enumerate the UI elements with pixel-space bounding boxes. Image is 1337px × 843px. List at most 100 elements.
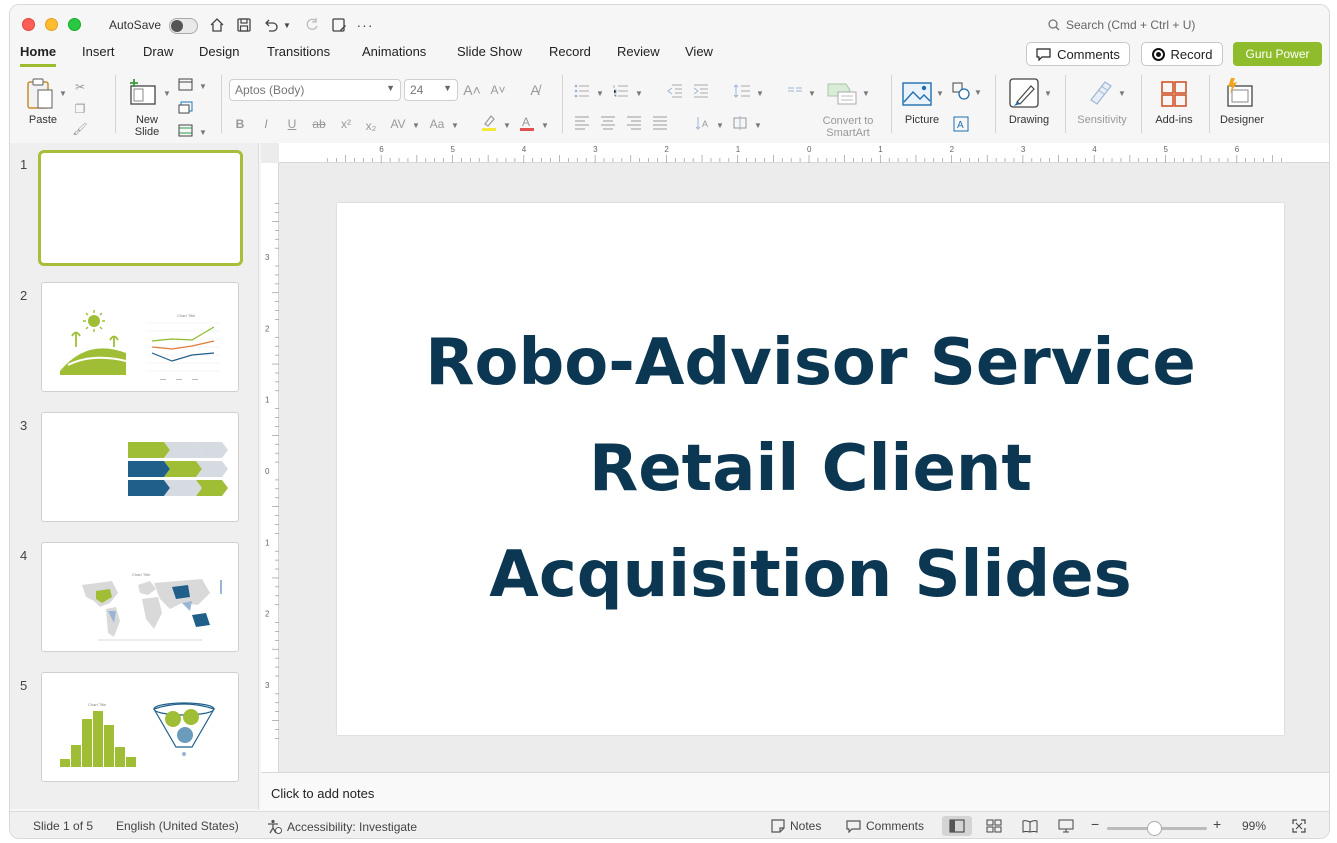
cut-icon[interactable]: ✂ [72,79,88,95]
font-color-icon[interactable]: A [518,113,536,133]
layout-dropdown-chevron-icon[interactable]: ▼ [199,82,207,91]
change-case-chevron-icon[interactable]: ▼ [451,121,459,130]
tab-home[interactable]: Home [20,43,57,67]
comments-toggle-button[interactable]: Comments [846,819,924,833]
align-text-icon[interactable] [731,115,749,131]
paste-dropdown-chevron-icon[interactable]: ▼ [59,89,67,98]
shapes-chevron-icon[interactable]: ▼ [974,88,982,97]
columns-icon[interactable] [786,83,804,99]
clear-formatting-icon[interactable]: A̸ [526,81,544,99]
convert-smartart-icon[interactable] [825,79,859,107]
record-button[interactable]: Record [1141,42,1223,66]
columns-chevron-icon[interactable]: ▼ [808,89,816,98]
slide-thumbnail-4[interactable]: Chart Title [41,542,239,652]
slide-title[interactable]: Robo-Advisor Service Retail Client Acqui… [425,310,1196,628]
current-slide[interactable]: Robo-Advisor Service Retail Client Acqui… [337,203,1284,735]
text-direction-chevron-icon[interactable]: ▼ [716,121,724,130]
format-painter-icon[interactable]: 🖌 [72,121,88,137]
text-box-icon[interactable]: A [951,115,971,133]
zoom-slider-handle[interactable] [1147,821,1162,836]
search-box[interactable]: Search (Cmd + Ctrl + U) [1048,18,1195,32]
reset-slide-icon[interactable] [177,100,193,114]
shapes-icon[interactable] [951,81,971,101]
home-icon[interactable] [207,15,227,35]
slide-thumbnail-3[interactable] [41,412,239,522]
font-size-select[interactable]: 24 ▼ [404,79,458,101]
new-slide-icon[interactable] [127,77,159,107]
vertical-ruler[interactable]: 3 2 1 0 1 2 3 [261,163,279,773]
copy-icon[interactable]: ❐ [72,101,88,117]
normal-view-button[interactable] [942,816,972,836]
tab-review[interactable]: Review [617,43,660,67]
zoom-in-icon[interactable]: + [1213,816,1221,832]
tab-draw[interactable]: Draw [143,43,173,67]
tab-transitions[interactable]: Transitions [267,43,330,67]
notes-pane[interactable]: Click to add notes [261,772,1329,810]
add-ins-icon[interactable] [1159,79,1189,109]
text-direction-icon[interactable]: A [694,115,712,131]
align-center-icon[interactable] [599,115,617,131]
zoom-level[interactable]: 99% [1242,819,1266,833]
minimize-window-button[interactable] [45,18,58,31]
align-text-chevron-icon[interactable]: ▼ [754,121,762,130]
save-icon[interactable] [234,15,254,35]
save-as-icon[interactable] [329,15,349,35]
more-options-icon[interactable]: ··· [355,15,375,35]
justify-icon[interactable] [651,115,669,131]
align-right-icon[interactable] [625,115,643,131]
font-name-select[interactable]: Aptos (Body) ▼ [229,79,401,101]
decrease-indent-icon[interactable] [666,83,684,99]
picture-icon[interactable] [901,81,933,107]
redo-icon[interactable] [302,15,322,35]
section-icon[interactable] [177,123,193,137]
tab-slide-show[interactable]: Slide Show [457,43,522,67]
sensitivity-icon[interactable] [1086,77,1116,107]
tab-view[interactable]: View [685,43,713,67]
accessibility-button[interactable]: Accessibility: Investigate [267,819,417,834]
highlight-chevron-icon[interactable]: ▼ [503,121,511,130]
layout-icon[interactable] [177,77,193,91]
slide-thumbnail-1[interactable] [38,150,243,266]
slide-thumbnails-pane[interactable]: 1 2 Chart Title 3 4 Chart Title 5 Chart … [10,143,259,809]
paste-icon[interactable] [24,77,56,111]
highlight-icon[interactable] [480,113,498,133]
underline-button[interactable]: U [284,115,300,133]
undo-dropdown-chevron-icon[interactable]: ▼ [281,15,293,35]
convert-smartart-chevron-icon[interactable]: ▼ [862,89,870,98]
increase-indent-icon[interactable] [692,83,710,99]
slide-thumbnail-5[interactable]: Chart Title [41,672,239,782]
subscript-button[interactable]: x₂ [362,117,380,135]
new-slide-dropdown-chevron-icon[interactable]: ▼ [163,89,171,98]
numbering-chevron-icon[interactable]: ▼ [635,89,643,98]
sensitivity-chevron-icon[interactable]: ▼ [1118,89,1126,98]
undo-icon[interactable] [261,15,281,35]
notes-toggle-button[interactable]: Notes [771,819,821,833]
italic-button[interactable]: I [258,115,274,133]
increase-font-size-icon[interactable]: A˄ [463,81,481,99]
slideshow-view-button[interactable] [1051,816,1081,836]
zoom-window-button[interactable] [68,18,81,31]
reading-view-button[interactable] [1015,816,1045,836]
guru-power-button[interactable]: Guru Power [1233,42,1322,66]
horizontal-ruler[interactable]: 6 5 4 3 2 1 0 1 2 3 4 5 6 [279,143,1329,163]
strikethrough-button[interactable]: ab [309,115,329,133]
bullets-chevron-icon[interactable]: ▼ [596,89,604,98]
picture-chevron-icon[interactable]: ▼ [936,89,944,98]
comments-button[interactable]: Comments [1026,42,1130,66]
fit-to-window-button[interactable] [1284,816,1314,836]
close-window-button[interactable] [22,18,35,31]
language-indicator[interactable]: English (United States) [116,819,239,833]
line-spacing-chevron-icon[interactable]: ▼ [756,89,764,98]
superscript-button[interactable]: x² [337,115,355,133]
slide-sorter-view-button[interactable] [979,816,1009,836]
character-spacing-chevron-icon[interactable]: ▼ [412,121,420,130]
designer-icon[interactable] [1224,77,1256,109]
drawing-chevron-icon[interactable]: ▼ [1044,89,1052,98]
tab-insert[interactable]: Insert [82,43,115,67]
tab-record[interactable]: Record [549,43,591,67]
autosave-toggle[interactable] [169,18,198,34]
tab-design[interactable]: Design [199,43,239,67]
bold-button[interactable]: B [232,115,248,133]
bullets-icon[interactable] [573,83,591,99]
character-spacing-button[interactable]: AV [387,115,409,133]
